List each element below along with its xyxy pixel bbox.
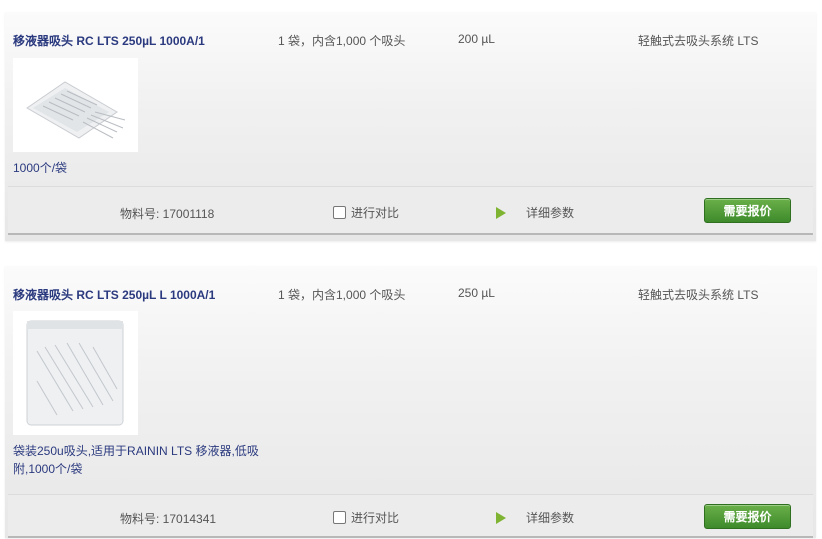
volume-text: 200 µL <box>458 32 495 46</box>
volume-text: 250 µL <box>458 286 495 300</box>
details-link[interactable]: 详细参数 <box>496 204 574 221</box>
play-icon <box>496 206 506 219</box>
product-image[interactable] <box>13 58 138 152</box>
compare-label: 进行对比 <box>351 206 400 220</box>
request-quote-button[interactable]: 需要报价 <box>704 198 791 223</box>
details-link[interactable]: 详细参数 <box>496 509 574 526</box>
compare-toggle[interactable]: 进行对比 <box>333 204 399 221</box>
product-image[interactable] <box>13 311 138 435</box>
details-label: 详细参数 <box>526 511 575 525</box>
product-description: 1000个/袋 <box>13 161 68 175</box>
product-action-bar: 物料号: 17001118 进行对比 详细参数 需要报价 <box>8 186 813 235</box>
product-name-link[interactable]: 移液器吸头 RC LTS 250µL L 1000A/1 <box>13 286 215 303</box>
packaging-text: 1 袋，内含1,000 个吸头 <box>278 288 406 302</box>
play-icon <box>496 511 506 524</box>
product-action-bar: 物料号: 17014341 进行对比 详细参数 需要报价 <box>8 494 813 538</box>
part-number: 物料号: 17014341 <box>120 512 217 526</box>
tips-bag-image <box>13 311 138 435</box>
product-card: 移液器吸头 RC LTS 250µL 1000A/1 1 袋，内含1,000 个… <box>5 12 816 241</box>
request-quote-button[interactable]: 需要报价 <box>704 504 791 529</box>
compare-label: 进行对比 <box>351 511 400 525</box>
part-number: 物料号: 17001118 <box>120 207 215 221</box>
compare-toggle[interactable]: 进行对比 <box>333 509 399 526</box>
compare-checkbox[interactable] <box>333 206 346 219</box>
product-name-link[interactable]: 移液器吸头 RC LTS 250µL 1000A/1 <box>13 32 205 49</box>
packaging-text: 1 袋，内含1,000 个吸头 <box>278 34 406 48</box>
compare-checkbox[interactable] <box>333 511 346 524</box>
system-text: 轻触式去吸头系统 LTS <box>638 34 759 48</box>
details-label: 详细参数 <box>526 206 575 220</box>
product-description: 袋装250u吸头,适用于RAININ LTS 移液器,低吸附,1000个/袋 <box>13 444 259 476</box>
system-text: 轻触式去吸头系统 LTS <box>638 288 759 302</box>
product-card: 移液器吸头 RC LTS 250µL L 1000A/1 1 袋，内含1,000… <box>5 266 816 538</box>
tips-bag-image <box>13 58 138 152</box>
